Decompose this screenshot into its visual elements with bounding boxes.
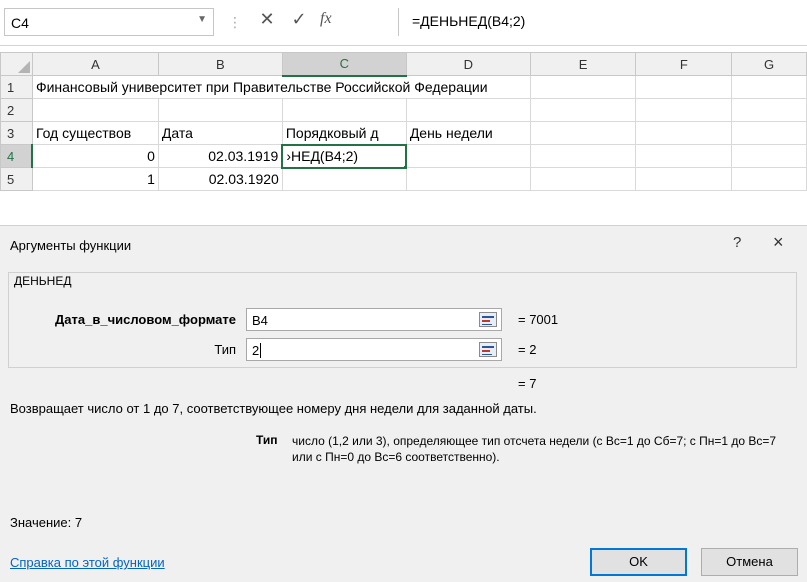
arg-input-date[interactable]: B4: [246, 308, 502, 331]
column-header-a[interactable]: A: [31, 52, 159, 76]
cell-c4-edit-text: ›НЕД(B4;2): [286, 148, 359, 164]
name-box-value: C4: [11, 15, 29, 31]
arg-input-type[interactable]: 2: [246, 338, 502, 361]
cell-e5[interactable]: [529, 167, 637, 191]
cell-b2[interactable]: [157, 98, 283, 122]
cell-a1[interactable]: Финансовый университет при Правительстве…: [31, 75, 531, 99]
column-header-e[interactable]: E: [529, 52, 637, 76]
enter-entry-icon[interactable]: ✓: [287, 9, 311, 30]
cell-d3[interactable]: День недели: [405, 121, 531, 145]
name-box[interactable]: C4 ▼: [4, 8, 214, 36]
cell-a5[interactable]: 1: [31, 167, 159, 191]
select-all-corner[interactable]: [0, 52, 33, 76]
cell-g5[interactable]: [731, 167, 807, 191]
grip-dots-icon: ⋮: [228, 14, 243, 30]
column-header-b[interactable]: B: [157, 52, 283, 76]
cell-c4-active[interactable]: ›НЕД(B4;2): [281, 143, 408, 169]
column-header-c[interactable]: C: [281, 52, 407, 77]
help-icon[interactable]: ?: [733, 234, 741, 251]
column-header-f[interactable]: F: [635, 52, 733, 76]
collapse-dialog-icon[interactable]: [479, 342, 497, 357]
value-result: Значение: 7: [10, 515, 83, 530]
arg-input-type-value: 2: [252, 343, 262, 358]
cell-e2[interactable]: [529, 98, 637, 122]
dialog-title: Аргументы функции: [10, 238, 132, 253]
insert-function-icon[interactable]: fx: [320, 10, 332, 28]
row-header-3[interactable]: 3: [0, 121, 33, 145]
column-header-g[interactable]: G: [731, 52, 807, 76]
arg-label-date: Дата_в_числовом_формате: [55, 312, 236, 327]
cell-a3[interactable]: Год существов: [31, 121, 159, 145]
cell-f2[interactable]: [635, 98, 733, 122]
spreadsheet-grid: A B C D E F G 1 Финансовый университет п…: [0, 52, 807, 191]
function-name-label: ДЕНЬНЕД: [12, 274, 74, 288]
arg-result-date: = 7001: [518, 312, 559, 327]
formula-input[interactable]: =ДЕНЬНЕД(B4;2): [412, 13, 525, 29]
cell-a4[interactable]: 0: [31, 144, 159, 168]
fill-handle[interactable]: [403, 164, 405, 166]
cell-b4[interactable]: 02.03.1919: [157, 144, 283, 168]
cell-e3[interactable]: [529, 121, 637, 145]
cell-b3[interactable]: Дата: [157, 121, 283, 145]
close-icon[interactable]: ×: [773, 232, 784, 253]
arg-input-date-value: B4: [252, 313, 268, 328]
ok-button[interactable]: OK: [590, 548, 687, 576]
formula-bar-divider: [398, 8, 399, 36]
cell-g3[interactable]: [731, 121, 807, 145]
cell-g2[interactable]: [731, 98, 807, 122]
cancel-entry-icon[interactable]: ✕: [255, 9, 279, 30]
cell-c5[interactable]: [281, 167, 407, 191]
cell-c2[interactable]: [281, 98, 407, 122]
cell-b5[interactable]: 02.03.1920: [157, 167, 283, 191]
chevron-down-icon[interactable]: ▼: [197, 14, 207, 25]
cell-d4[interactable]: [405, 144, 531, 168]
cell-d5[interactable]: [405, 167, 531, 191]
argument-description-text: число (1,2 или 3), определяющее тип отсч…: [292, 434, 777, 464]
cancel-button[interactable]: Отмена: [701, 548, 798, 576]
arg-result-type: = 2: [518, 342, 537, 357]
function-help-link[interactable]: Справка по этой функции: [10, 555, 165, 570]
cell-g1[interactable]: [731, 75, 807, 99]
row-header-5[interactable]: 5: [0, 167, 33, 191]
function-description: Возвращает число от 1 до 7, соответствую…: [10, 401, 537, 416]
cell-e1[interactable]: [529, 75, 637, 99]
row-header-2[interactable]: 2: [0, 98, 33, 122]
formula-bar: C4 ▼ ⋮ ✕ ✓ fx =ДЕНЬНЕД(B4;2): [0, 0, 807, 46]
cell-c3[interactable]: Порядковый д: [281, 121, 407, 145]
row-header-4[interactable]: 4: [0, 144, 34, 168]
collapse-dialog-icon[interactable]: [479, 312, 497, 327]
arg-label-type: Тип: [214, 342, 236, 357]
cell-f5[interactable]: [635, 167, 733, 191]
formula-result: = 7: [518, 376, 537, 391]
cell-f1[interactable]: [635, 75, 733, 99]
cell-a2[interactable]: [31, 98, 159, 122]
row-header-1[interactable]: 1: [0, 75, 33, 99]
cell-e4[interactable]: [529, 144, 637, 168]
argument-description-name: Тип: [256, 433, 278, 447]
cell-d2[interactable]: [405, 98, 531, 122]
cell-g4[interactable]: [731, 144, 807, 168]
function-arguments-dialog: Аргументы функции ? × ДЕНЬНЕД Дата_в_чис…: [0, 225, 807, 582]
cell-f4[interactable]: [635, 144, 733, 168]
column-header-d[interactable]: D: [405, 52, 531, 76]
cell-f3[interactable]: [635, 121, 733, 145]
